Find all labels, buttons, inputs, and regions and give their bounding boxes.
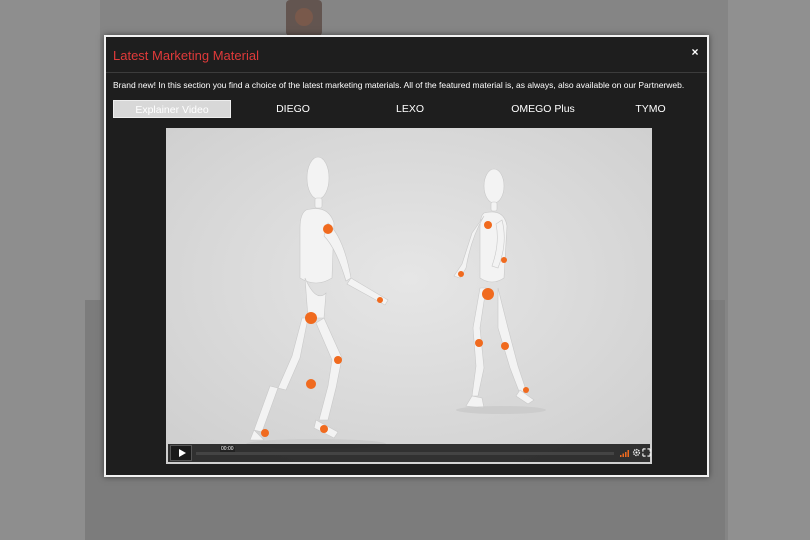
fullscreen-icon[interactable] [642,448,651,457]
marketing-modal: Latest Marketing Material × Brand new! I… [104,35,709,477]
header-divider [106,72,707,73]
tab-bar: Explainer Video DIEGO LEXO OMEGO Plus TY… [113,100,703,120]
modal-title: Latest Marketing Material [113,48,259,63]
progress-bar[interactable]: 00:00 [196,446,614,455]
tab-omego-plus[interactable]: OMEGO Plus [488,100,598,118]
timecode: 00:00 [220,446,235,452]
video-player[interactable]: 00:00 [166,128,652,464]
player-controls: 00:00 [168,444,651,462]
close-button[interactable]: × [689,45,701,59]
volume-icon[interactable] [620,449,629,457]
tab-lexo[interactable]: LEXO [375,100,445,118]
tab-explainer-video[interactable]: Explainer Video [113,100,231,118]
settings-gear-icon[interactable] [632,448,641,457]
tab-tymo[interactable]: TYMO [613,100,688,118]
intro-text: Brand new! In this section you find a ch… [113,80,685,90]
play-icon[interactable] [170,445,192,461]
tab-diego[interactable]: DIEGO [253,100,333,118]
video-frame [166,128,652,464]
